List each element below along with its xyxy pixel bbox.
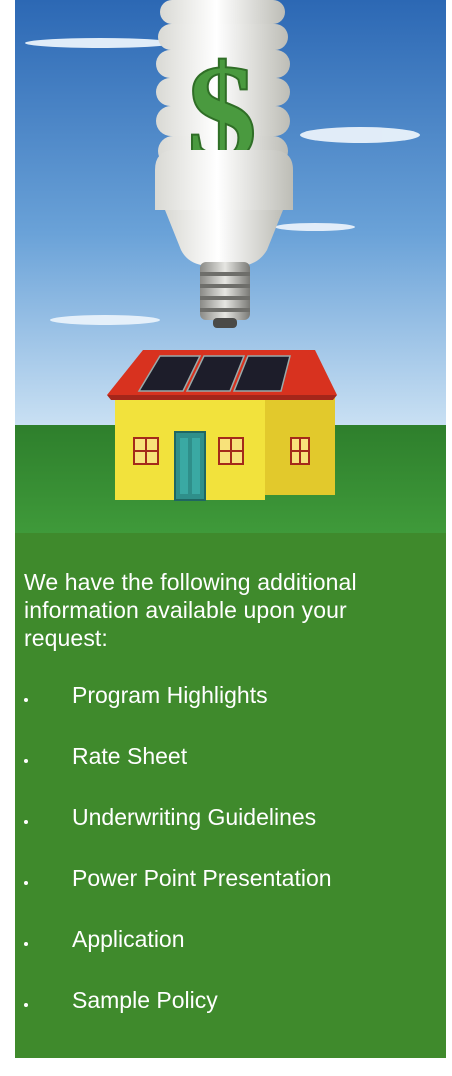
intro-text: We have the following additional informa… [24, 569, 357, 651]
info-content: We have the following additional informa… [24, 568, 434, 1041]
hero-illustration: $ [15, 0, 446, 533]
underwriting-guidelines-link[interactable]: Underwriting Guidelines [72, 804, 316, 831]
info-panel: $ We have the following additional infor… [15, 0, 446, 1058]
bullet-icon [24, 942, 28, 946]
bullet-icon [24, 1003, 28, 1007]
program-highlights-link[interactable]: Program Highlights [72, 682, 268, 709]
rate-sheet-link[interactable]: Rate Sheet [72, 743, 187, 770]
application-link[interactable]: Application [72, 926, 185, 953]
list-item: Underwriting Guidelines [24, 797, 434, 837]
document-list: Program Highlights Rate Sheet Underwriti… [24, 675, 434, 1020]
bullet-icon [24, 881, 28, 885]
bullet-icon [24, 759, 28, 763]
house-icon [107, 350, 337, 501]
bulb-base-icon [200, 262, 250, 328]
list-item: Program Highlights [24, 675, 434, 715]
list-item: Rate Sheet [24, 736, 434, 776]
sample-policy-link[interactable]: Sample Policy [72, 987, 218, 1014]
bulb-spiral-icon: $ [155, 0, 293, 265]
list-item: Power Point Presentation [24, 858, 434, 898]
list-item: Application [24, 919, 434, 959]
power-point-presentation-link[interactable]: Power Point Presentation [72, 865, 332, 892]
solar-panels-icon [137, 355, 291, 392]
bullet-icon [24, 698, 28, 702]
bullet-icon [24, 820, 28, 824]
list-item: Sample Policy [24, 980, 434, 1020]
